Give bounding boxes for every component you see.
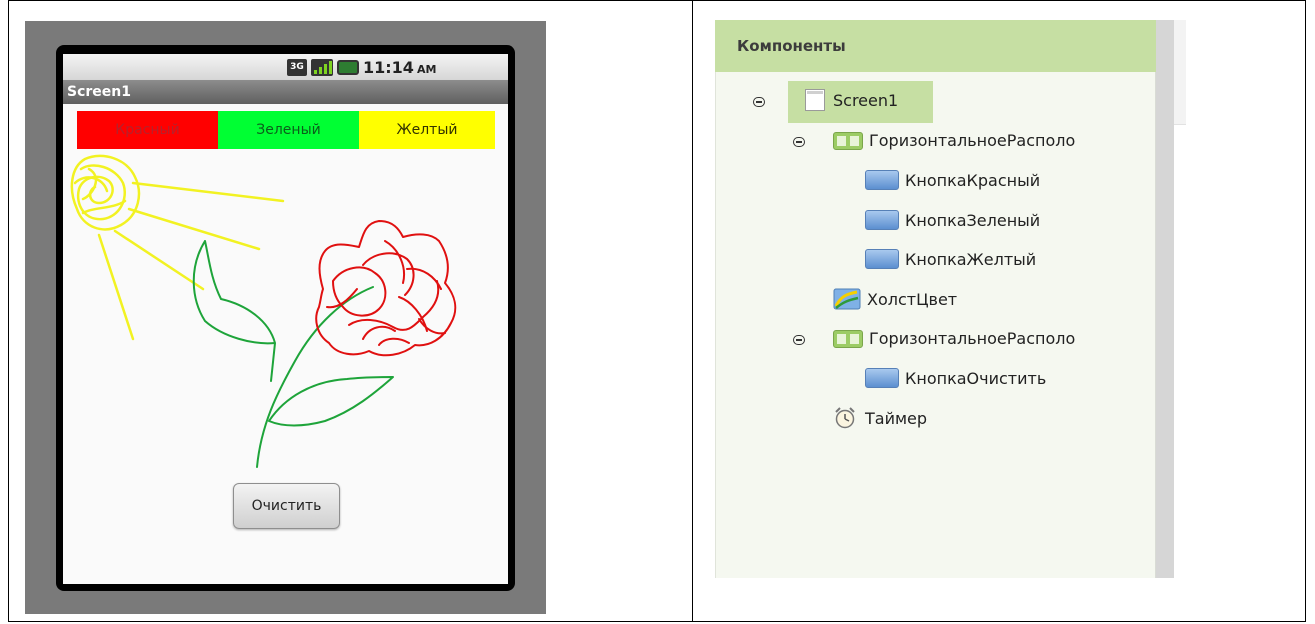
status-bar: 3G 11:14 AM [63, 54, 508, 80]
tree-item-label: ХолстЦвет [867, 289, 958, 309]
status-ampm: AM [416, 63, 437, 76]
button-icon [865, 170, 899, 190]
flower-drawing [315, 220, 457, 357]
tree-item-label: КнопкаОчистить [905, 368, 1047, 388]
battery-icon [337, 60, 359, 75]
tree-item-label: КнопкаЗеленый [905, 210, 1041, 230]
horizontal-arrangement-icon [833, 131, 863, 150]
panel-scrollbar[interactable] [1156, 20, 1174, 578]
button-icon [865, 210, 899, 230]
button-icon [865, 368, 899, 388]
status-time: 11:14 [363, 58, 414, 77]
signal-strength-icon [311, 59, 333, 76]
network-3g-icon: 3G [287, 59, 307, 76]
panel-edge [1174, 20, 1186, 125]
horizontal-arrangement-icon [833, 329, 863, 348]
emulator-screen: 3G 11:14 AM Screen1 Красный Зеленый Желты… [63, 54, 508, 584]
components-title: Компоненты [737, 37, 846, 55]
timer-icon [835, 407, 855, 429]
tree-item-label: ГоризонтальноеРасполо [869, 329, 1076, 348]
green-button[interactable]: Зеленый [218, 111, 359, 149]
tree-item-button-red[interactable]: КнопкаКрасный [865, 170, 1040, 190]
tree-item-button-green[interactable]: КнопкаЗеленый [865, 210, 1040, 230]
tree-item-button-yellow[interactable]: КнопкаЖелтый [865, 249, 1036, 269]
collapse-toggle-icon[interactable] [793, 137, 805, 147]
drawing-canvas[interactable] [63, 149, 508, 469]
screen-icon [805, 89, 825, 111]
tree-item-timer[interactable]: Таймер [833, 406, 927, 430]
components-panel: Компоненты Screen1 ГоризонтальноеРасполо… [715, 20, 1186, 578]
tree-item-button-clear[interactable]: КнопкаОчистить [865, 368, 1046, 388]
screen-title: Screen1 [63, 80, 508, 104]
yellow-button[interactable]: Желтый [359, 111, 495, 149]
tree-item-horizontal-arrangement-2[interactable]: ГоризонтальноеРасполо [833, 329, 1075, 348]
table-divider [692, 0, 693, 622]
tree-item-canvas[interactable]: ХолстЦвет [833, 288, 957, 310]
components-header: Компоненты [715, 20, 1156, 72]
collapse-toggle-icon[interactable] [793, 335, 805, 345]
red-button[interactable]: Красный [77, 111, 218, 149]
canvas-icon [833, 288, 861, 310]
button-icon [865, 249, 899, 269]
tree-item-screen1[interactable]: Screen1 [805, 89, 898, 111]
collapse-toggle-icon[interactable] [753, 97, 765, 107]
tree-item-label: Таймер [865, 408, 928, 428]
tree-item-label: Screen1 [833, 90, 899, 110]
color-button-row: Красный Зеленый Желтый [77, 111, 495, 149]
tree-item-label: КнопкаКрасный [905, 170, 1041, 190]
tree-item-label: КнопкаЖелтый [905, 249, 1037, 269]
clear-button[interactable]: Очистить [233, 483, 340, 529]
tree-item-label: ГоризонтальноеРасполо [869, 131, 1076, 150]
tree-item-horizontal-arrangement-1[interactable]: ГоризонтальноеРасполо [833, 131, 1075, 150]
